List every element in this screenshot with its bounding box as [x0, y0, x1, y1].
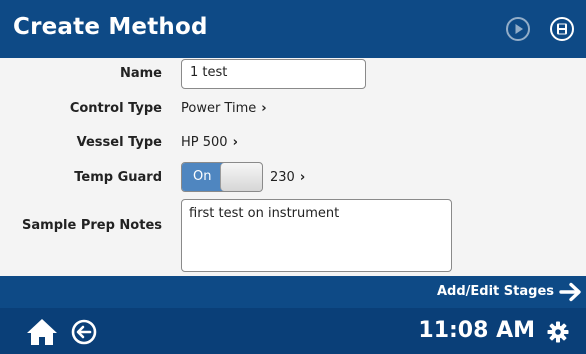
vessel-type-value: HP 500 — [181, 135, 228, 150]
chevron-right-icon: › — [299, 170, 306, 185]
sample-prep-notes-value: first test on instrument — [189, 206, 340, 221]
back-icon[interactable] — [71, 319, 97, 345]
temp-guard-toggle[interactable]: On — [181, 162, 263, 192]
page-title: Create Method — [13, 14, 208, 40]
method-form: Name 1 test Control Type Power Time › Ves… — [0, 58, 586, 276]
name-input[interactable]: 1 test — [181, 59, 366, 89]
add-edit-stages-button[interactable]: Add/Edit Stages — [437, 284, 554, 299]
play-icon[interactable] — [506, 17, 530, 41]
temp-guard-value-selector[interactable]: 230 › — [270, 170, 305, 185]
temp-guard-value: 230 — [270, 170, 295, 185]
vessel-type-selector[interactable]: HP 500 › — [181, 135, 238, 150]
vessel-type-label: Vessel Type — [76, 135, 162, 150]
control-type-label: Control Type — [69, 101, 162, 116]
control-type-value: Power Time — [181, 101, 257, 116]
home-icon[interactable] — [26, 318, 58, 346]
action-bar: Add/Edit Stages — [0, 276, 586, 308]
name-input-value: 1 test — [190, 65, 228, 80]
clock-time: 11:08 AM — [418, 318, 535, 343]
chevron-right-icon: › — [232, 135, 238, 150]
gear-icon[interactable] — [547, 321, 569, 343]
arrow-right-icon[interactable] — [559, 281, 583, 303]
name-label: Name — [119, 66, 162, 81]
toggle-knob — [220, 163, 262, 191]
sample-prep-notes-label: Sample Prep Notes — [22, 218, 162, 233]
control-type-selector[interactable]: Power Time › — [181, 101, 267, 116]
chevron-right-icon: › — [261, 101, 267, 116]
title-bar: Create Method — [0, 0, 586, 58]
save-icon[interactable] — [550, 17, 574, 41]
footer-bar: 11:08 AM — [0, 308, 586, 354]
temp-guard-label: Temp Guard — [74, 170, 162, 185]
sample-prep-notes-textarea[interactable]: first test on instrument — [181, 199, 452, 272]
